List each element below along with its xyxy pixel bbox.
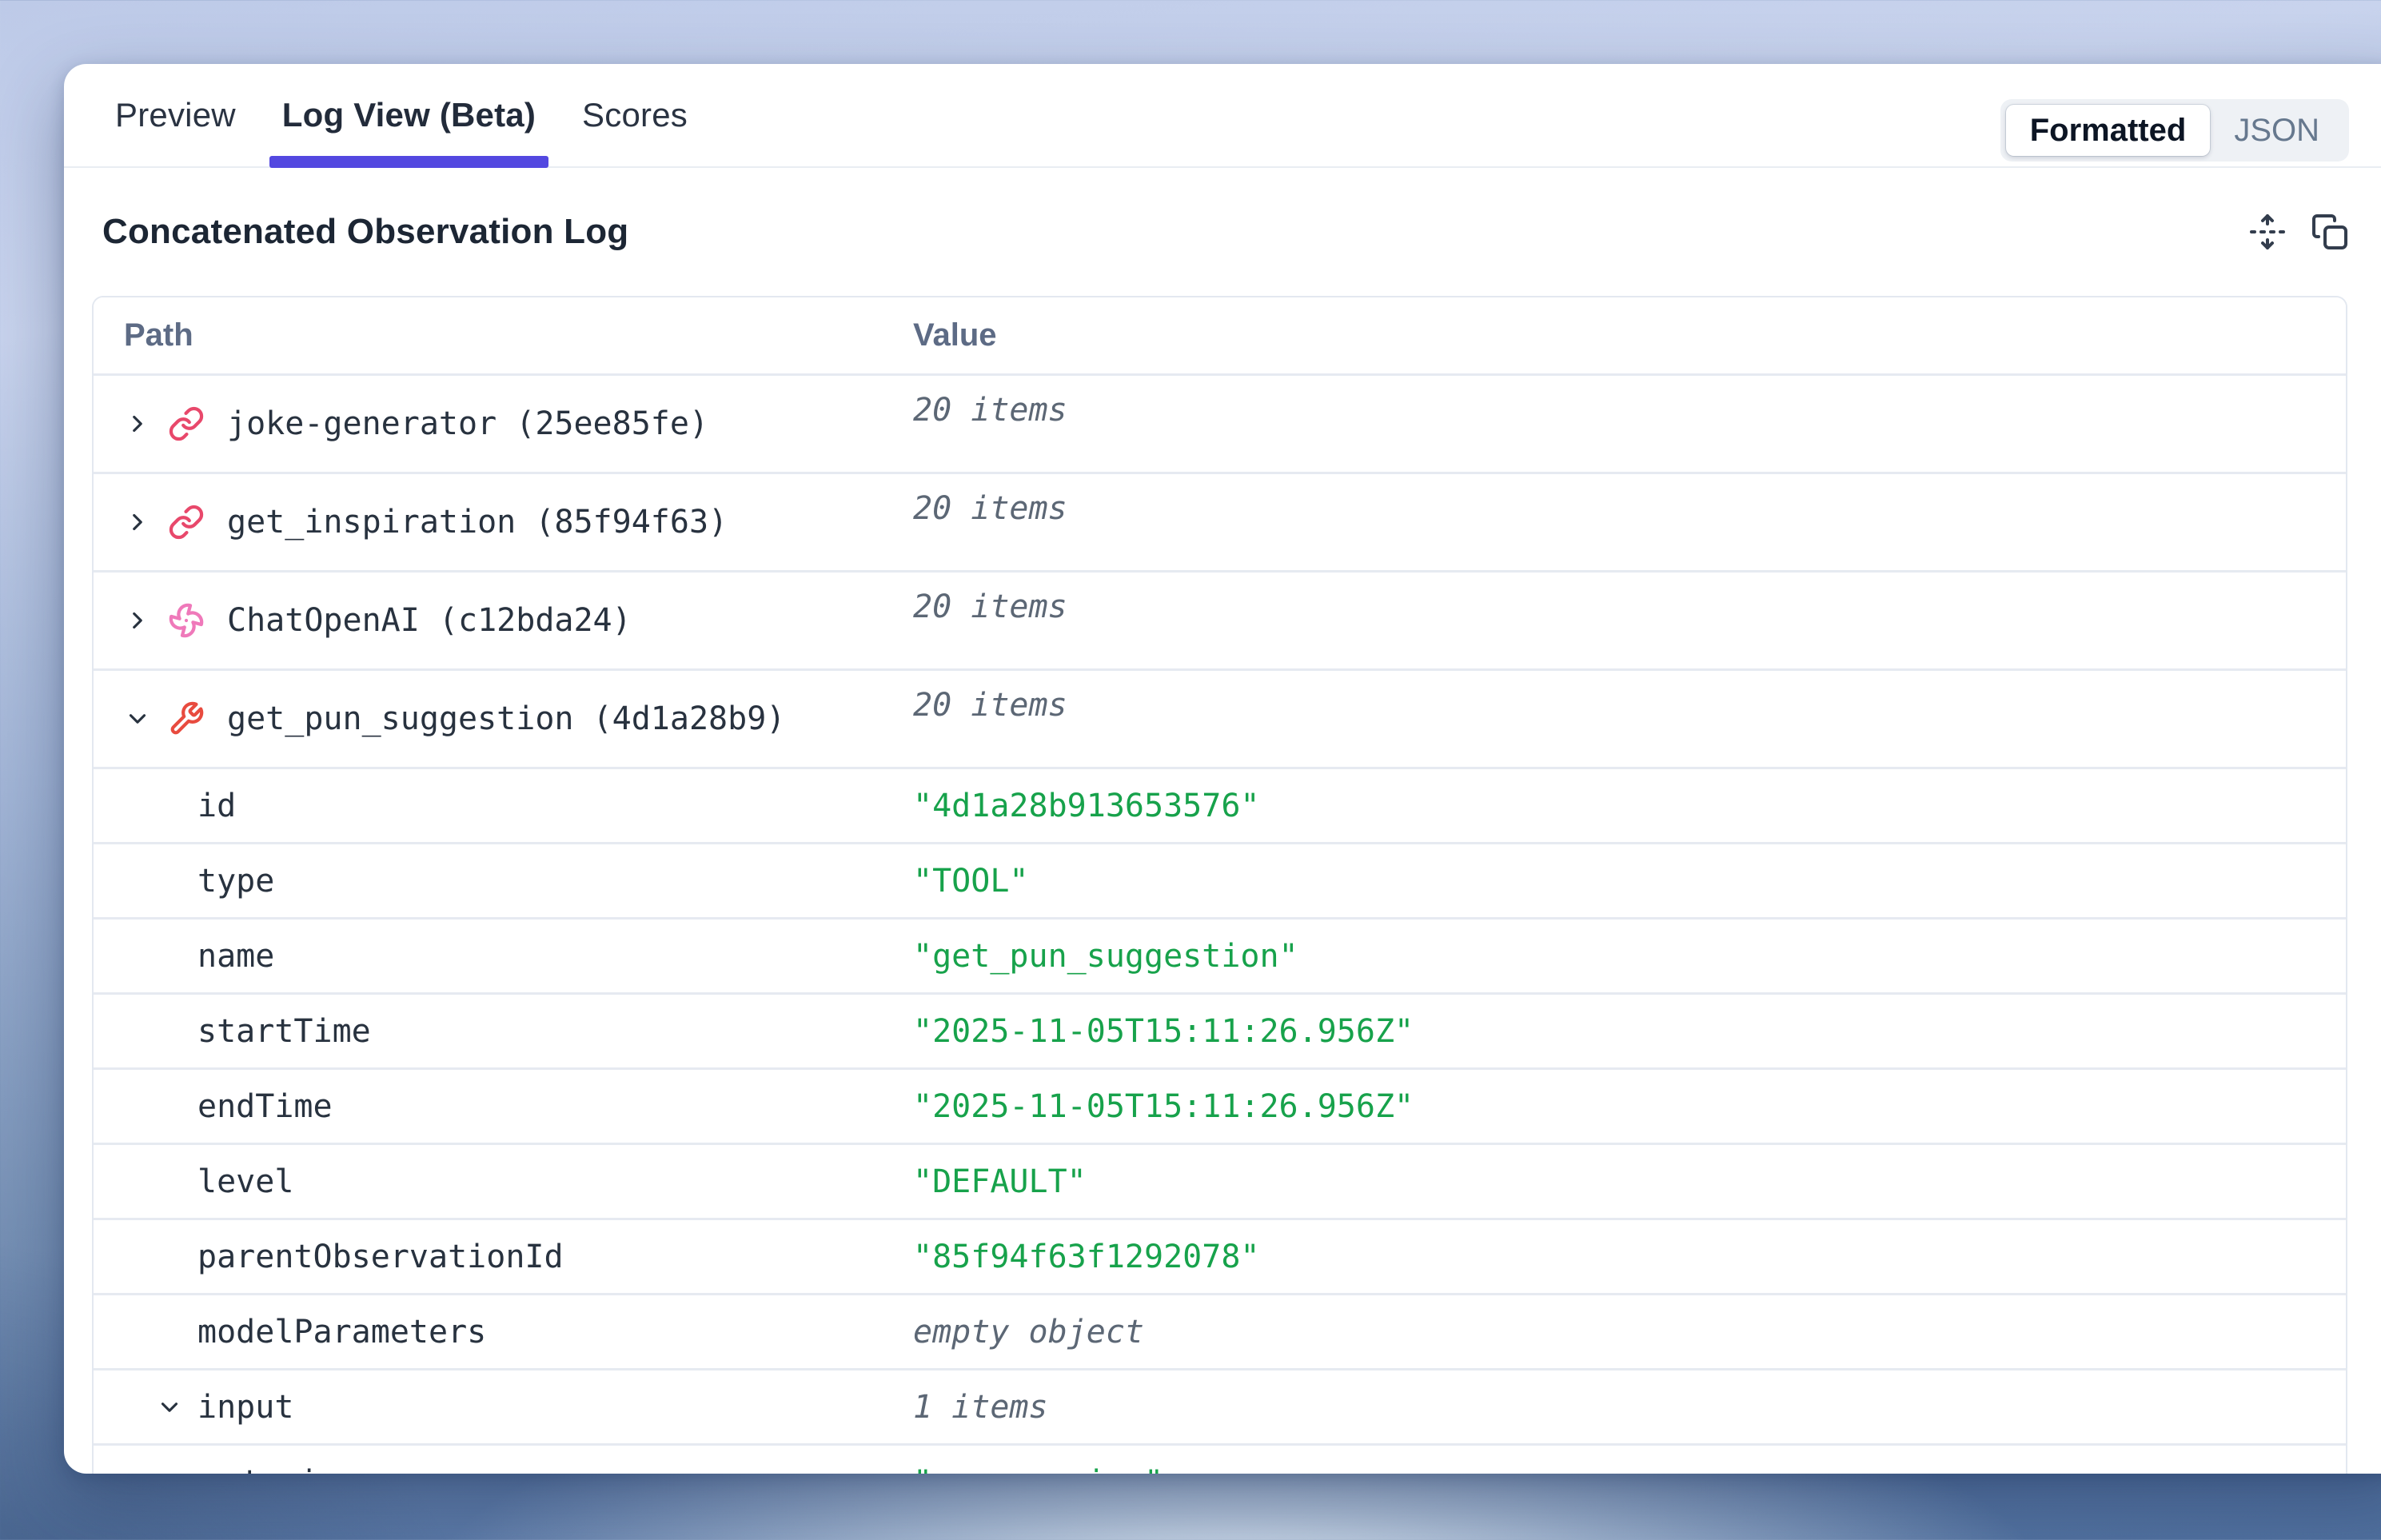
chevron-right-icon[interactable] xyxy=(122,506,154,538)
value-text: "85f94f63f1292078" xyxy=(913,1239,1259,1275)
table-row[interactable]: joke-generator (25ee85fe) 20 items xyxy=(94,373,2346,472)
tab-log-view-beta[interactable]: Log View (Beta) xyxy=(282,64,536,166)
table-row[interactable]: type "TOOL" xyxy=(94,842,2346,917)
value-text: "programming" xyxy=(913,1464,1163,1474)
path-label: startTime xyxy=(197,1013,371,1050)
chevron-right-icon[interactable] xyxy=(122,604,154,636)
header-actions xyxy=(2248,213,2349,251)
table-row[interactable]: id "4d1a28b913653576" xyxy=(94,767,2346,842)
path-label: topic xyxy=(241,1464,337,1474)
path-label: joke-generator (25ee85fe) xyxy=(227,405,708,442)
chevron-right-icon[interactable] xyxy=(122,408,154,440)
path-label: level xyxy=(197,1163,293,1200)
value-text: "get_pun_suggestion" xyxy=(913,938,1298,975)
path-label: name xyxy=(197,938,274,975)
table-row[interactable]: startTime "2025-11-05T15:11:26.956Z" xyxy=(94,992,2346,1067)
value-text: "DEFAULT" xyxy=(913,1163,1087,1200)
value-text: 20 items xyxy=(913,588,1067,625)
column-header-value: Value xyxy=(913,317,997,353)
table-row[interactable]: parentObservationId "85f94f63f1292078" xyxy=(94,1218,2346,1293)
observation-log-table: Path Value joke-generator (25ee85fe) 20 … xyxy=(92,296,2347,1474)
fan-icon xyxy=(168,602,205,639)
value-text: "4d1a28b913653576" xyxy=(913,788,1259,824)
path-label: input xyxy=(197,1389,293,1426)
path-label: type xyxy=(197,863,274,900)
section-header: Concatenated Observation Log xyxy=(64,168,2381,296)
chevron-down-icon[interactable] xyxy=(122,703,154,735)
value-text: "2025-11-05T15:11:26.956Z" xyxy=(913,1088,1414,1125)
path-label: parentObservationId xyxy=(197,1239,564,1275)
tab-scores[interactable]: Scores xyxy=(582,64,688,166)
link-icon xyxy=(168,504,205,541)
table-row[interactable]: level "DEFAULT" xyxy=(94,1143,2346,1218)
wrench-icon xyxy=(168,700,205,737)
table-row[interactable]: input 1 items xyxy=(94,1368,2346,1443)
format-toggle[interactable]: FormattedJSON xyxy=(2000,99,2349,162)
copy-icon[interactable] xyxy=(2311,213,2349,251)
unfold-vertical-icon[interactable] xyxy=(2248,213,2287,251)
path-label: get_inspiration (85f94f63) xyxy=(227,504,728,541)
link-icon xyxy=(168,405,205,442)
value-text: 20 items xyxy=(913,687,1067,724)
table-row[interactable]: name "get_pun_suggestion" xyxy=(94,917,2346,992)
table-row[interactable]: get_pun_suggestion (4d1a28b9) 20 items xyxy=(94,668,2346,767)
table-row[interactable]: endTime "2025-11-05T15:11:26.956Z" xyxy=(94,1067,2346,1143)
page-title: Concatenated Observation Log xyxy=(102,212,628,252)
value-text: empty object xyxy=(913,1314,1144,1350)
log-view-panel: Preview Log View (Beta) Scores FormattedJS… xyxy=(64,64,2381,1474)
value-text: 20 items xyxy=(913,392,1067,429)
value-text: 1 items xyxy=(913,1389,1048,1426)
path-label: modelParameters xyxy=(197,1314,486,1350)
table-row[interactable]: ChatOpenAI (c12bda24) 20 items xyxy=(94,570,2346,668)
path-label: ChatOpenAI (c12bda24) xyxy=(227,602,632,639)
tab-preview[interactable]: Preview xyxy=(115,64,236,166)
toggle-option-formatted[interactable]: Formatted xyxy=(2006,105,2211,156)
chevron-down-icon[interactable] xyxy=(154,1391,185,1423)
toggle-option-json[interactable]: JSON xyxy=(2210,105,2343,156)
value-text: "2025-11-05T15:11:26.956Z" xyxy=(913,1013,1414,1050)
table-header: Path Value xyxy=(94,297,2346,373)
column-header-path: Path xyxy=(94,317,913,353)
path-label: get_pun_suggestion (4d1a28b9) xyxy=(227,700,785,737)
value-text: "TOOL" xyxy=(913,863,1029,900)
table-row[interactable]: modelParameters empty object xyxy=(94,1293,2346,1368)
table-row[interactable]: topic "programming" xyxy=(94,1443,2346,1474)
path-label: id xyxy=(197,788,236,824)
table-row[interactable]: get_inspiration (85f94f63) 20 items xyxy=(94,472,2346,570)
value-text: 20 items xyxy=(913,490,1067,527)
path-label: endTime xyxy=(197,1088,333,1125)
